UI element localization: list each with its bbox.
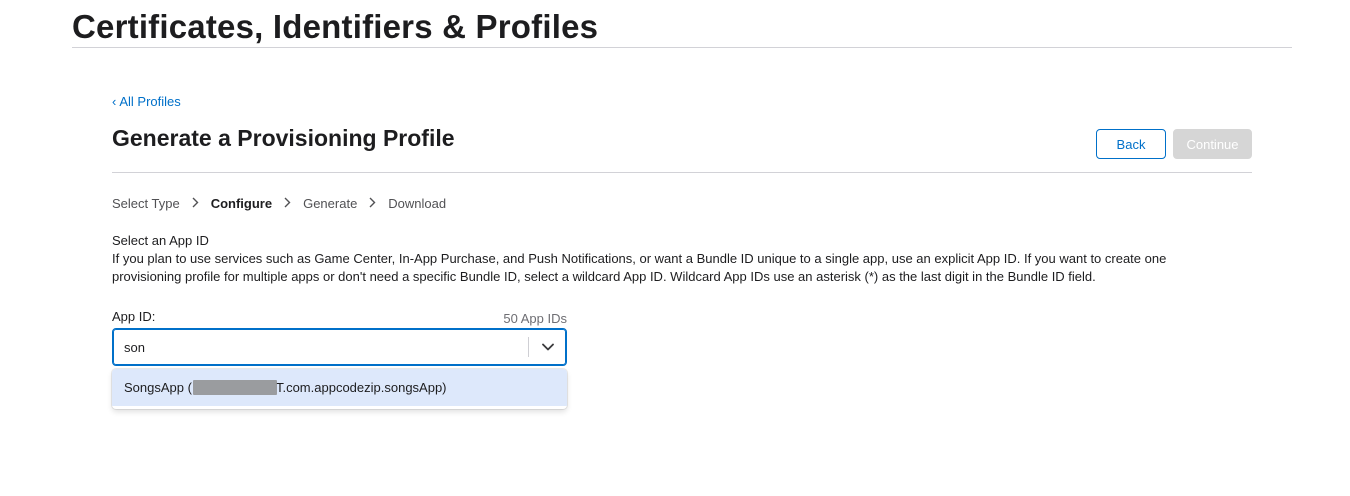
app-id-input[interactable] — [113, 329, 528, 365]
redacted-team-id — [192, 380, 277, 395]
chevron-left-icon: ‹ — [112, 94, 117, 109]
step-generate: Generate — [303, 196, 358, 211]
step-configure: Configure — [210, 196, 273, 211]
section-heading: Select an App ID — [112, 233, 209, 248]
section-description: If you plan to use services such as Game… — [112, 251, 1167, 284]
option-app-name: SongsApp — [124, 380, 184, 395]
app-id-label: App ID: — [112, 309, 156, 324]
app-id-count: 50 App IDs — [503, 311, 567, 326]
all-profiles-link[interactable]: ‹ All Profiles — [112, 94, 181, 109]
dropdown-option-songsapp[interactable]: SongsApp ( T.com.appcodezip.songsApp) — [112, 369, 567, 406]
chevron-down-icon — [541, 338, 554, 356]
dropdown-toggle[interactable] — [529, 329, 566, 365]
chevron-right-icon — [369, 197, 376, 211]
page: Certificates, Identifiers & Profiles ‹ Al… — [0, 0, 1350, 496]
all-profiles-link-label: All Profiles — [119, 94, 181, 109]
app-id-dropdown: SongsApp ( T.com.appcodezip.songsApp) — [112, 369, 567, 409]
page-title: Generate a Provisioning Profile — [112, 125, 455, 151]
header-divider — [112, 172, 1252, 173]
step-select-type: Select Type — [112, 196, 180, 211]
app-id-combobox — [112, 328, 567, 366]
continue-button[interactable]: Continue — [1173, 129, 1252, 159]
title-divider — [72, 47, 1292, 48]
back-button[interactable]: Back — [1096, 129, 1166, 159]
option-bundle-id: T.com.appcodezip.songsApp) — [275, 380, 447, 395]
chevron-right-icon — [284, 197, 291, 211]
option-open-paren: ( — [187, 380, 192, 395]
step-indicator: Select Type Configure Generate Download — [112, 196, 446, 211]
chevron-right-icon — [192, 197, 199, 211]
step-download: Download — [388, 196, 447, 211]
site-title: Certificates, Identifiers & Profiles — [72, 8, 599, 45]
